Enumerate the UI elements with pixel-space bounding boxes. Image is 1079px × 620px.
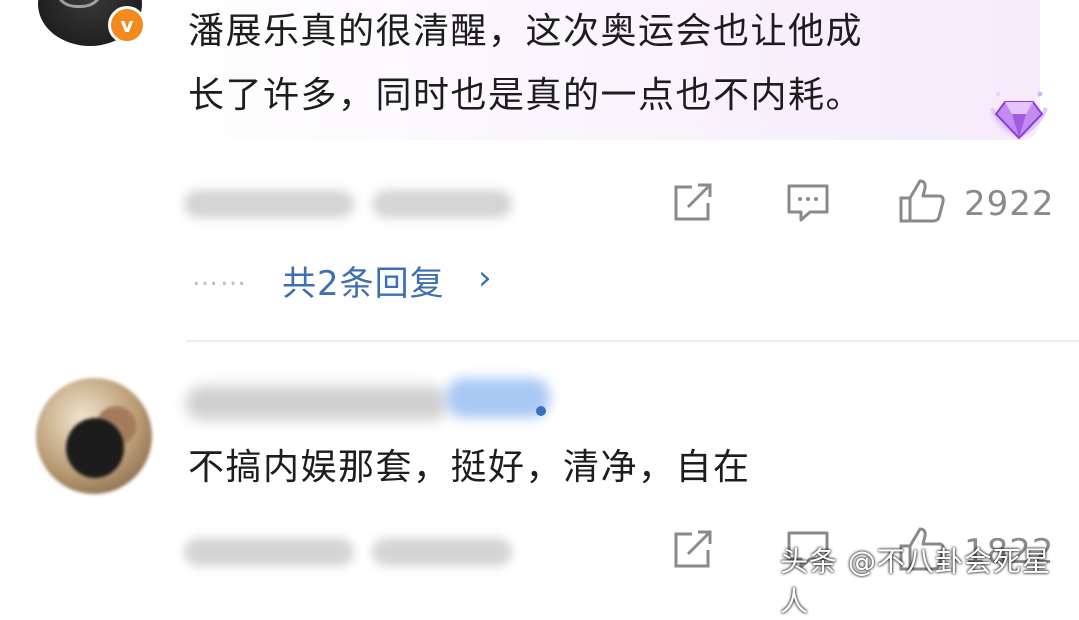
tag-dot-icon (536, 406, 546, 416)
view-replies-link[interactable]: 共2条回复 (282, 256, 445, 305)
divider (186, 340, 1079, 342)
like-count: 2922 (964, 184, 1055, 224)
comment-icon[interactable] (786, 183, 830, 223)
reply-indicator-dots: …… (192, 262, 248, 292)
diamond-badge-icon (988, 88, 1050, 144)
verified-badge: v (108, 6, 146, 44)
avatar[interactable] (36, 378, 152, 494)
comment-text-line: 潘展乐真的很清醒，这次奥运会也让他成 (188, 11, 864, 52)
location-blurred (372, 190, 512, 218)
comment-text: 潘展乐真的很清醒，这次奥运会也让他成 长了许多，同时也是真的一点也不内耗。 (188, 0, 1018, 128)
comment-text: 不搞内娱那套，挺好，清净，自在 (188, 447, 751, 488)
timestamp-blurred (184, 538, 354, 566)
chevron-right-icon[interactable]: › (478, 258, 492, 298)
user-tag-blurred (446, 378, 550, 418)
comment-text-line: 长了许多，同时也是真的一点也不内耗。 (188, 75, 864, 116)
location-blurred (372, 538, 512, 566)
timestamp-blurred (184, 190, 354, 218)
watermark: 头条 @不八卦会死星人 (780, 545, 1051, 618)
share-icon[interactable] (672, 183, 716, 223)
share-icon[interactable] (672, 530, 716, 570)
username-blurred[interactable] (186, 386, 448, 420)
like-icon[interactable] (898, 178, 946, 224)
